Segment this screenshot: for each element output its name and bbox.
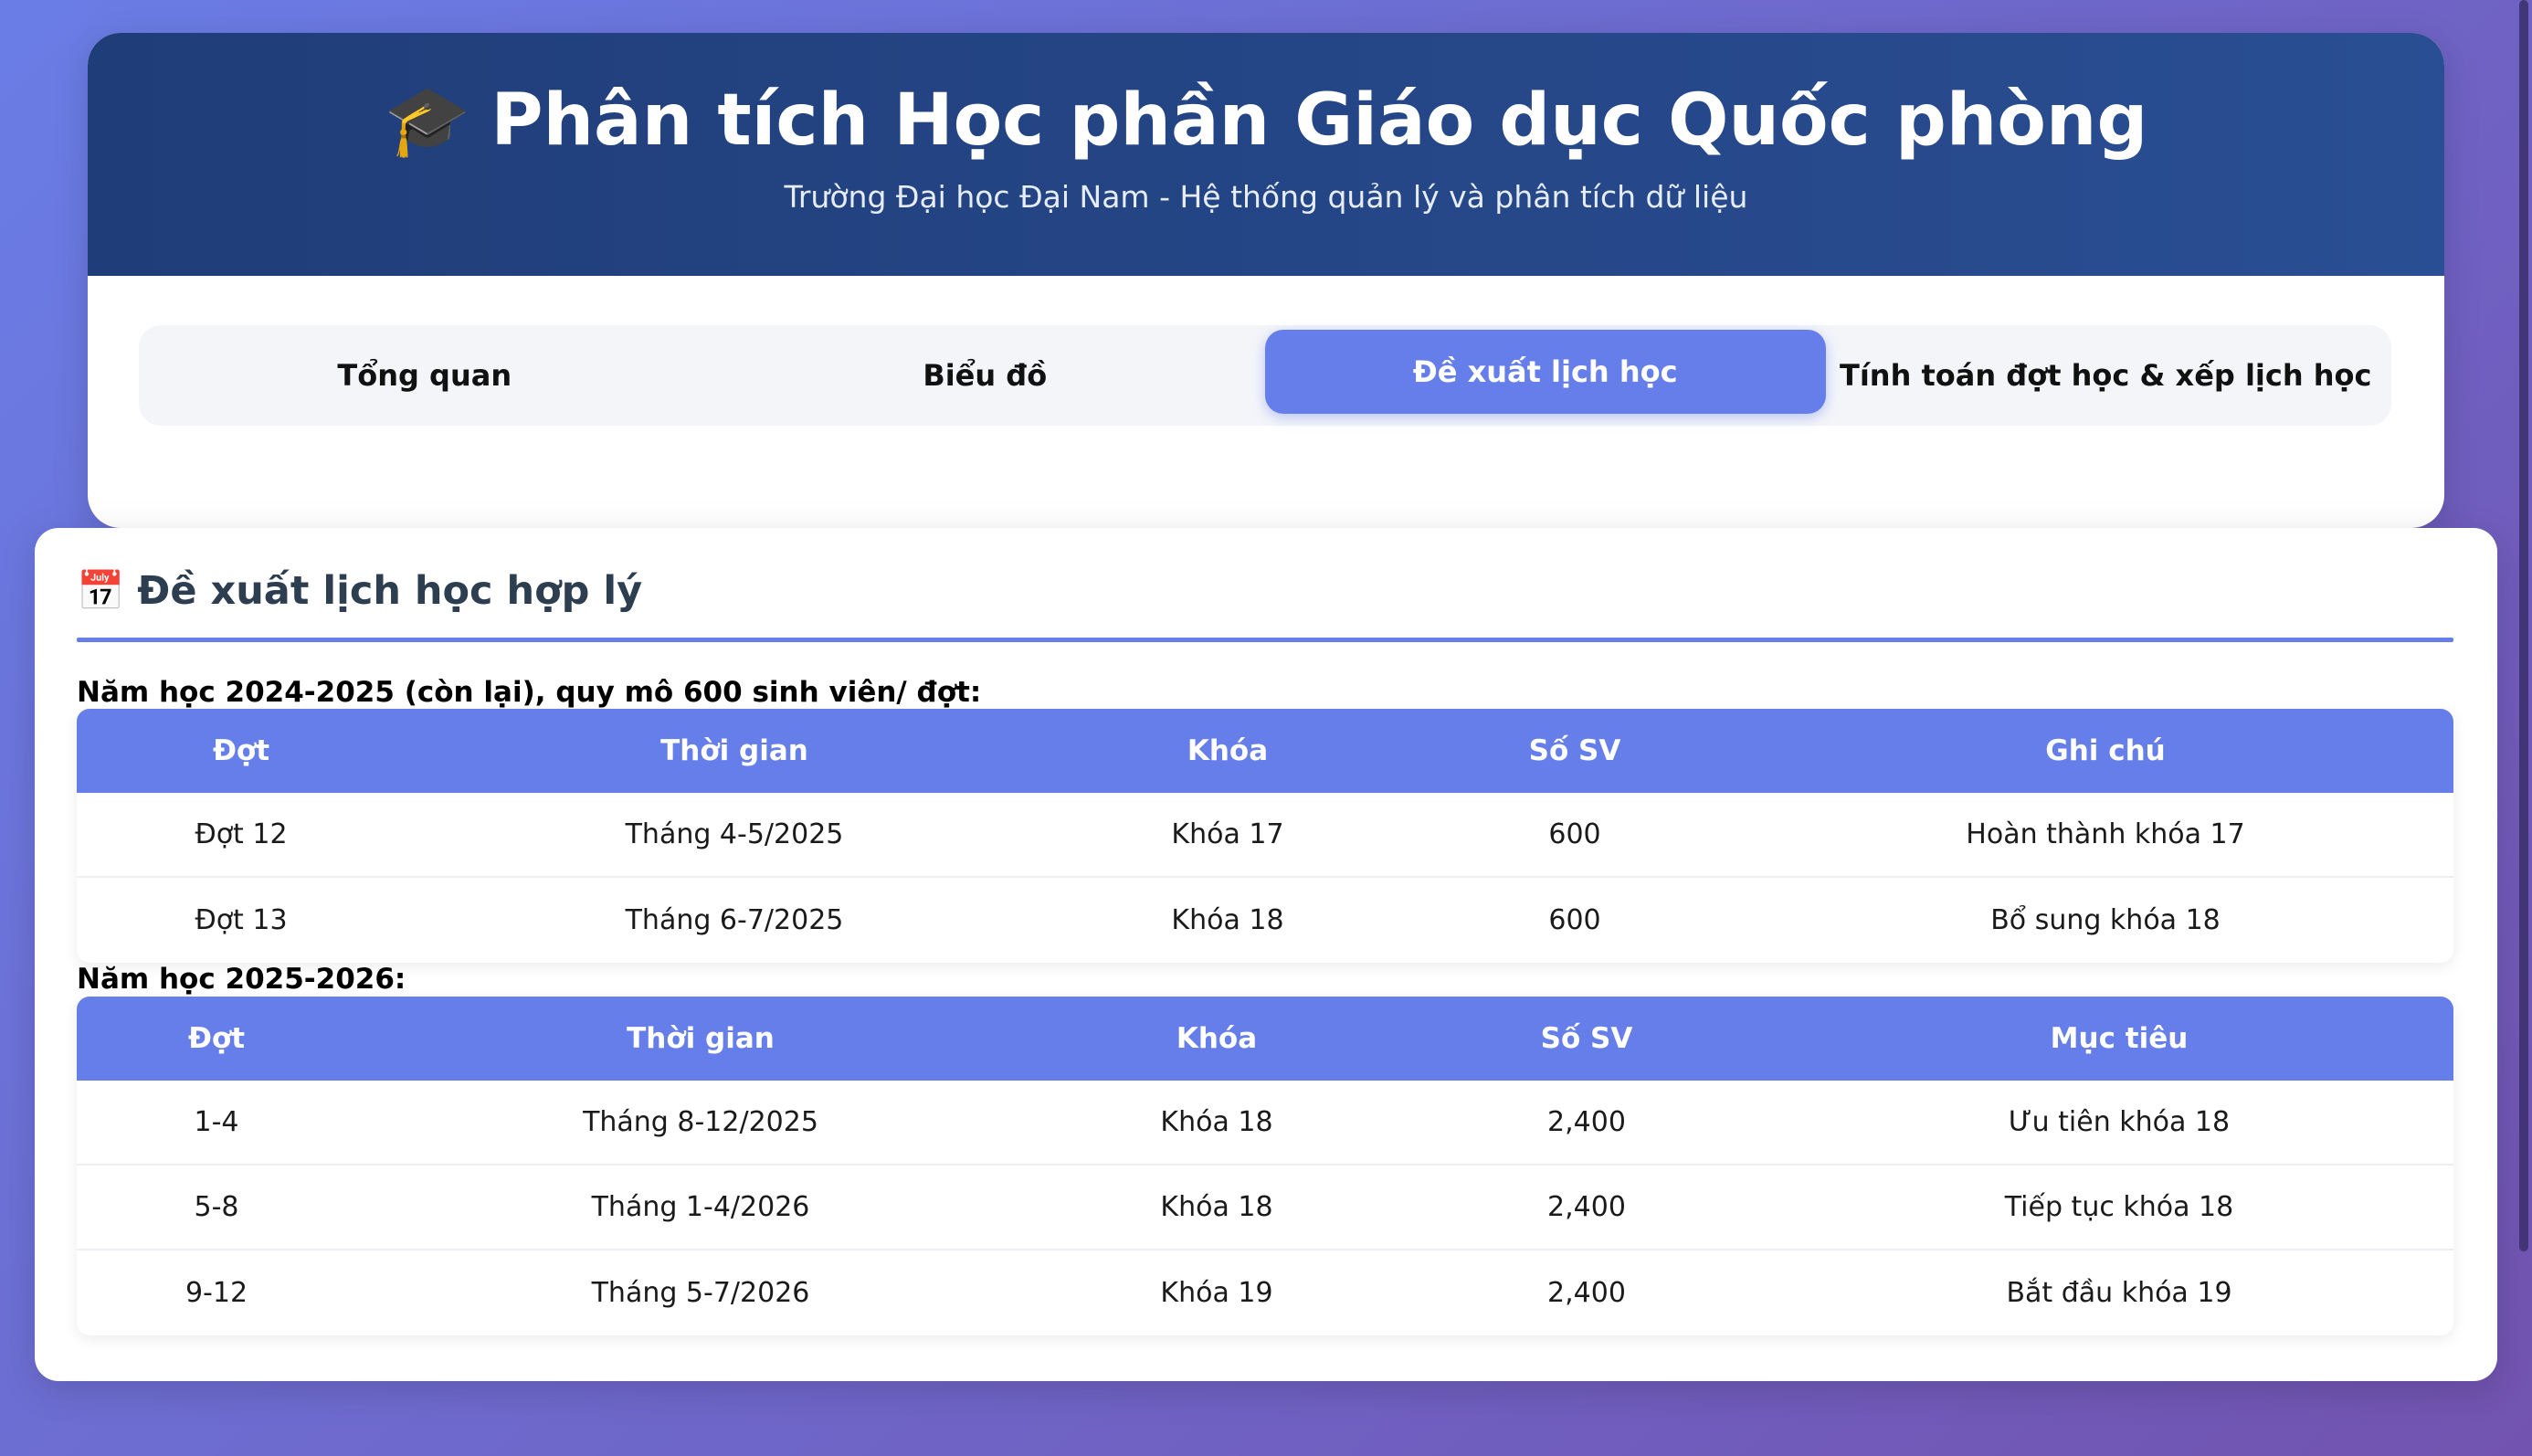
table-cell: Tháng 8-12/2025 [583,1106,818,1138]
tab-bar: Tổng quan Biểu đồ Đề xuất lịch học Tính … [139,325,2391,426]
table-cell: Tháng 1-4/2026 [591,1191,810,1223]
table-cell: Khóa 18 [1171,904,1284,936]
column-header: Thời gian [627,1022,775,1055]
page-scrollbar[interactable] [2519,0,2528,1251]
table-cell: Ưu tiên khóa 18 [2008,1106,2231,1138]
app-subtitle: Trường Đại học Đại Nam - Hệ thống quản l… [784,178,1748,215]
column-header: Ghi chú [2045,734,2166,767]
table-cell: Bổ sung khóa 18 [1990,904,2221,936]
table2-caption: Năm học 2025-2026: [77,963,406,996]
column-header: Thời gian [660,734,808,767]
column-header: Đợt [212,734,270,767]
column-header: Mục tiêu [2050,1022,2189,1055]
table-cell: 2,400 [1547,1277,1626,1309]
table-cell: Khóa 17 [1171,818,1284,850]
table-cell: 2,400 [1547,1191,1626,1223]
header-banner: 🎓 Phân tích Học phần Giáo dục Quốc phòng… [88,33,2444,276]
table-row: 9-12 Tháng 5-7/2026 Khóa 19 2,400 Bắt đầ… [77,1250,2453,1335]
section-heading: 📅 Đề xuất lịch học hợp lý [77,568,642,614]
table-row: Đợt 12 Tháng 4-5/2025 Khóa 17 600 Hoàn t… [77,793,2453,878]
section-title: Đề xuất lịch học hợp lý [137,568,643,614]
table-cell: Bắt đầu khóa 19 [2006,1277,2232,1309]
title-row: 🎓 Phân tích Học phần Giáo dục Quốc phòng [384,79,2148,162]
table-cell: 9-12 [185,1277,248,1309]
tab-schedule-proposal[interactable]: Đề xuất lịch học [1265,330,1826,414]
table-cell: Tiếp tục khóa 18 [2004,1191,2234,1223]
header-card: 🎓 Phân tích Học phần Giáo dục Quốc phòng… [88,33,2444,528]
table-cell: Khóa 18 [1160,1106,1273,1138]
table-cell: 2,400 [1547,1106,1626,1138]
table-cell: Tháng 5-7/2026 [591,1277,810,1309]
tab-overview[interactable]: Tổng quan [144,333,705,417]
column-header: Khóa [1176,1022,1258,1055]
table-cell: 5-8 [194,1191,239,1223]
schedule-table-2025-2026: Đợt Thời gian Khóa Số SV Mục tiêu 1-4 Th… [77,997,2453,1335]
table-cell: 600 [1548,904,1601,936]
column-header: Số SV [1540,1022,1633,1055]
table-row: 5-8 Tháng 1-4/2026 Khóa 18 2,400 Tiếp tụ… [77,1166,2453,1250]
table-cell: Khóa 19 [1160,1277,1273,1309]
column-header: Đợt [187,1022,246,1055]
schedule-table-2024-2025: Đợt Thời gian Khóa Số SV Ghi chú Đợt 12 … [77,709,2453,963]
table-row: Đợt 13 Tháng 6-7/2025 Khóa 18 600 Bổ sun… [77,878,2453,963]
table-header-row: Đợt Thời gian Khóa Số SV Ghi chú [77,709,2453,793]
column-header: Khóa [1187,734,1269,767]
tab-calculation[interactable]: Tính toán đợt học & xếp lịch học [1826,333,2387,417]
table-cell: Đợt 13 [195,904,288,936]
table-cell: Đợt 12 [195,818,288,850]
column-header: Số SV [1528,734,1621,767]
content-card: 📅 Đề xuất lịch học hợp lý Năm học 2024-2… [35,528,2497,1381]
tab-charts[interactable]: Biểu đồ [705,333,1266,417]
table-cell: 1-4 [194,1106,239,1138]
table1-caption: Năm học 2024-2025 (còn lại), quy mô 600 … [77,676,982,709]
app-title: Phân tích Học phần Giáo dục Quốc phòng [491,79,2148,162]
calendar-icon: 📅 [77,569,125,612]
table-cell: Hoàn thành khóa 17 [1966,818,2245,850]
table-cell: Tháng 4-5/2025 [625,818,844,850]
table-cell: 600 [1548,818,1601,850]
table-cell: Khóa 18 [1160,1191,1273,1223]
graduation-cap-icon: 🎓 [384,81,471,160]
table-header-row: Đợt Thời gian Khóa Số SV Mục tiêu [77,997,2453,1081]
table-cell: Tháng 6-7/2025 [625,904,844,936]
heading-divider [77,638,2453,642]
table-row: 1-4 Tháng 8-12/2025 Khóa 18 2,400 Ưu tiê… [77,1081,2453,1166]
